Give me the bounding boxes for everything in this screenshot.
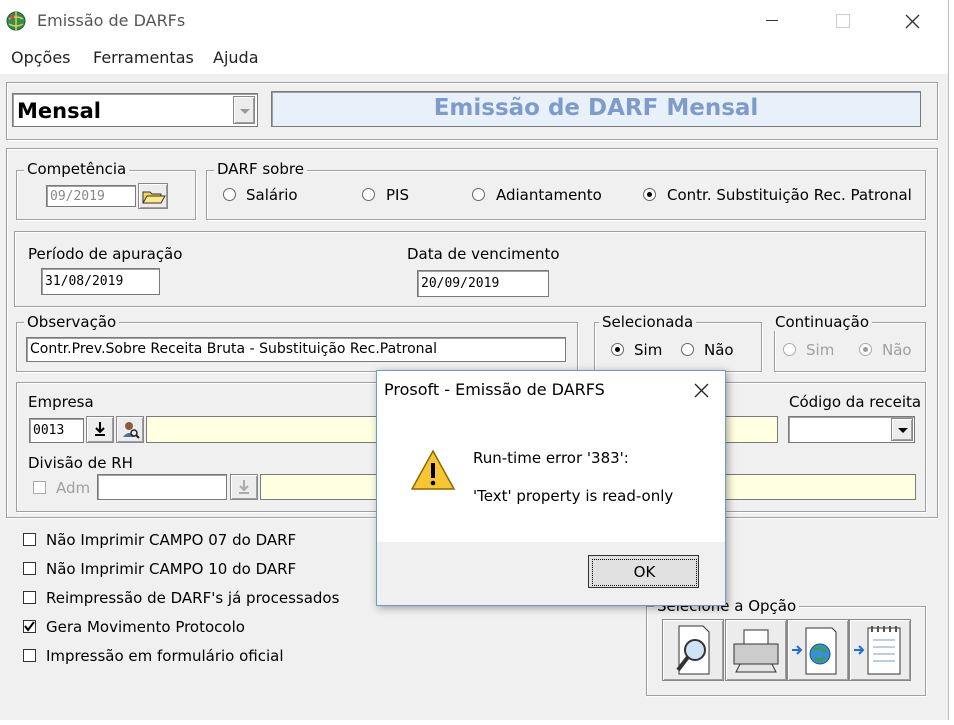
label-continuacao-sim: Sim xyxy=(806,341,835,359)
notepad-document-icon xyxy=(854,626,901,675)
radio-pis[interactable] xyxy=(362,188,375,201)
label-continuacao-nao: Não xyxy=(882,341,912,359)
export-file-button[interactable] xyxy=(849,619,911,681)
radio-selecionada-sim[interactable] xyxy=(611,343,624,356)
competencia-input[interactable]: 09/2019 xyxy=(46,185,136,207)
checkbox-reimpressao[interactable] xyxy=(23,591,36,604)
checkbox-gera-movimento[interactable] xyxy=(23,620,36,633)
continuacao-label: Continuação xyxy=(772,313,873,331)
printer-icon xyxy=(733,629,779,673)
periodo-input[interactable]: 31/08/2019 xyxy=(41,268,160,295)
divisao-rh-input[interactable] xyxy=(97,474,227,500)
close-icon[interactable] xyxy=(905,14,920,29)
preview-button[interactable] xyxy=(662,619,724,681)
vencimento-input[interactable]: 20/09/2019 xyxy=(417,270,549,297)
label-selecionada-nao: Não xyxy=(704,341,734,359)
radio-continuacao-sim xyxy=(783,343,796,356)
period-select[interactable]: Mensal xyxy=(12,93,258,127)
divisao-download-button xyxy=(230,474,258,500)
adm-checkbox xyxy=(33,481,46,494)
radio-selecionada-nao[interactable] xyxy=(681,343,694,356)
observacao-label: Observação xyxy=(24,313,120,331)
period-select-dropdown[interactable] xyxy=(233,96,255,124)
selecionada-label: Selecionada xyxy=(599,313,697,331)
checkbox-campo10[interactable] xyxy=(23,562,36,575)
label-campo07: Não Imprimir CAMPO 07 do DARF xyxy=(46,531,297,549)
window-title: Emissão de DARFs xyxy=(37,11,186,30)
label-gera-movimento: Gera Movimento Protocolo xyxy=(46,618,245,636)
download-arrow-icon xyxy=(239,480,249,494)
title-bar: Emissão de DARFs xyxy=(0,0,948,42)
person-search-icon xyxy=(123,422,140,439)
chevron-down-icon xyxy=(240,109,250,114)
menu-ferramentas[interactable]: Ferramentas xyxy=(93,48,194,67)
warning-icon xyxy=(410,449,456,490)
dialog-close-icon[interactable] xyxy=(694,383,709,398)
codigo-receita-label: Código da receita xyxy=(789,393,922,411)
radio-continuacao-nao xyxy=(859,343,872,356)
background-strip xyxy=(0,720,954,725)
open-folder-button[interactable] xyxy=(138,183,168,209)
label-formulario-oficial: Impressão em formulário oficial xyxy=(46,647,284,665)
radio-contr-substituicao[interactable] xyxy=(643,188,656,201)
empresa-search-button[interactable] xyxy=(116,416,144,443)
darf-sobre-label: DARF sobre xyxy=(214,160,307,178)
codigo-receita-select[interactable] xyxy=(788,416,915,443)
observacao-input[interactable]: Contr.Prev.Sobre Receita Bruta - Substit… xyxy=(26,337,566,362)
empresa-download-button[interactable] xyxy=(86,416,114,443)
ok-button[interactable]: OK xyxy=(588,555,699,588)
period-select-value: Mensal xyxy=(17,99,101,123)
banner: Emissão de DARF Mensal xyxy=(271,91,921,127)
folder-open-icon xyxy=(142,191,166,204)
empresa-label: Empresa xyxy=(28,393,94,411)
chevron-down-icon xyxy=(898,428,908,433)
label-contr-substituicao: Contr. Substituição Rec. Patronal xyxy=(667,186,912,204)
error-dialog: Prosoft - Emissão de DARFS Run-time erro… xyxy=(376,370,726,606)
label-pis: PIS xyxy=(386,186,409,204)
menu-opcoes[interactable]: Opções xyxy=(11,48,71,67)
empresa-input[interactable]: 0013 xyxy=(29,418,84,443)
dialog-footer: OK xyxy=(377,542,725,605)
checkbox-campo07[interactable] xyxy=(23,533,36,546)
vencimento-label: Data de vencimento xyxy=(407,245,560,263)
error-line1: Run-time error '383': xyxy=(473,449,629,467)
menu-ajuda[interactable]: Ajuda xyxy=(213,48,259,67)
print-button[interactable] xyxy=(725,619,787,681)
divisao-rh-label: Divisão de RH xyxy=(28,454,133,472)
banner-title: Emissão de DARF Mensal xyxy=(433,95,759,121)
main-window: Emissão de DARFs Opções Ferramentas Ajud… xyxy=(0,0,949,721)
label-adiantamento: Adiantamento xyxy=(496,186,602,204)
checkbox-formulario-oficial[interactable] xyxy=(23,649,36,662)
label-salario: Salário xyxy=(246,186,298,204)
radio-adiantamento[interactable] xyxy=(472,188,485,201)
codigo-receita-dropdown[interactable] xyxy=(891,418,913,441)
error-line2: 'Text' property is read-only xyxy=(473,487,674,505)
label-selecionada-sim: Sim xyxy=(634,341,663,359)
adm-label: Adm xyxy=(56,479,91,497)
export-web-button[interactable] xyxy=(787,619,849,681)
label-campo10: Não Imprimir CAMPO 10 do DARF xyxy=(46,560,297,578)
label-reimpressao: Reimpressão de DARF's já processados xyxy=(46,589,340,607)
globe-document-icon xyxy=(792,627,837,675)
checkmark-icon xyxy=(24,621,35,632)
ok-button-label: OK xyxy=(592,559,697,586)
periodo-label: Período de apuração xyxy=(28,245,183,263)
dialog-title: Prosoft - Emissão de DARFS xyxy=(384,380,605,399)
radio-salario[interactable] xyxy=(223,188,236,201)
app-globe-icon xyxy=(6,11,26,31)
preview-magnifier-icon xyxy=(676,625,710,675)
minimize-icon[interactable] xyxy=(766,20,778,21)
download-arrow-icon xyxy=(95,422,105,436)
maximize-icon xyxy=(836,14,850,28)
competencia-label: Competência xyxy=(24,160,130,178)
